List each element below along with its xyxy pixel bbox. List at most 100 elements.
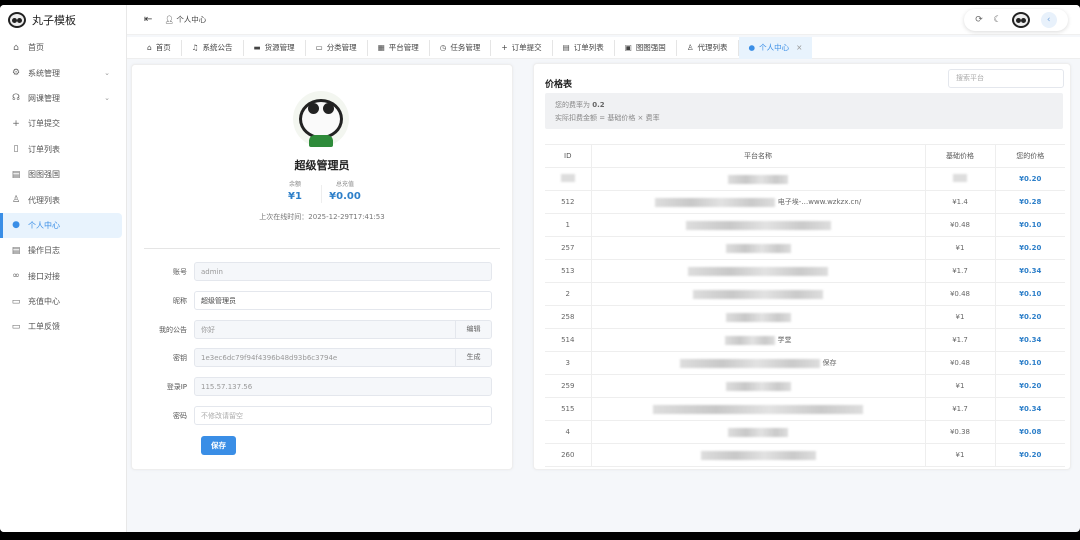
tab-1[interactable]: ♫ 系统公告: [182, 39, 244, 56]
header: ⇤ 👤︎ 个人中心 ⟳ ☾ ‹: [127, 5, 1080, 35]
price-table-title: 价格表: [545, 80, 573, 90]
sidebar-item-label: 订单列表: [28, 144, 60, 154]
table-header: ID 平台名称 基础价格 您的价格: [545, 144, 1065, 168]
dark-mode-moon-icon[interactable]: ☾: [993, 15, 1001, 25]
tab-9[interactable]: ♙ 代理列表: [677, 39, 739, 56]
tab-8[interactable]: ▣ 图图强国: [615, 39, 677, 56]
sidebar-item-4[interactable]: ▯ 订单列表: [0, 137, 126, 162]
generate-key-button[interactable]: 生成: [455, 349, 491, 366]
sidebar-item-label: 代理列表: [28, 195, 60, 205]
last-login-time: 上次在线时间：2025-12-29T17:41:53: [259, 213, 385, 221]
blurred-name: [725, 381, 791, 391]
sidebar-item-10[interactable]: ▭ 充值中心: [0, 289, 126, 314]
breadcrumb: 👤︎ 个人中心: [164, 14, 206, 25]
tab-label: 个人中心: [759, 43, 790, 52]
collapse-chevron-left-icon[interactable]: ‹: [1040, 12, 1057, 28]
nickname-label: 昵称: [173, 296, 187, 305]
table-row: 258 ¥1 ¥0.20: [545, 305, 1065, 329]
tab-label: 系统公告: [202, 43, 233, 52]
blurred-name: [654, 197, 775, 207]
notice-row: 我的公告 你好 编辑: [132, 320, 492, 339]
plus-icon: +: [12, 118, 20, 129]
password-field[interactable]: 不修改请留空: [194, 406, 492, 425]
tab-label: 订单提交: [511, 43, 542, 52]
notice-field: 你好 编辑: [194, 320, 492, 339]
tab-icon: ♙: [686, 43, 694, 52]
blurred-name: [679, 358, 820, 368]
tab-icon: ▤: [562, 43, 570, 52]
tab-4[interactable]: ▦ 平台管理: [368, 39, 430, 56]
account-field: admin: [194, 262, 492, 281]
collapse-menu-icon[interactable]: ⇤: [144, 14, 152, 25]
rate-text: 您的费率为: [555, 101, 590, 109]
row-id: 514: [561, 336, 575, 344]
row-base-price: ¥1: [955, 382, 965, 390]
row-base-price: ¥0.48: [949, 290, 971, 298]
sidebar-item-8[interactable]: ▤ 操作日志: [0, 238, 126, 263]
password-row: 密码 不修改请留空: [132, 406, 492, 425]
tab-icon: ▦: [377, 43, 385, 52]
platform-search-input[interactable]: 搜索平台: [948, 69, 1064, 88]
sidebar-item-9[interactable]: ∞ 接口对接: [0, 264, 126, 289]
save-button[interactable]: 保存: [201, 436, 236, 455]
nickname-field[interactable]: 超级管理员: [194, 291, 492, 310]
sidebar-item-label: 工单反馈: [28, 322, 60, 332]
sidebar-item-label: 个人中心: [28, 220, 60, 230]
tab-icon: ◷: [439, 43, 447, 52]
tab-label: 图图强国: [635, 43, 666, 52]
edit-notice-button[interactable]: 编辑: [455, 321, 491, 338]
key-field: 1e3ec6dc79f94f4396b48d93b6c3794e 生成: [194, 348, 492, 367]
blurred-name: [685, 220, 831, 230]
table-row: 512 电子埃-…www.wzkzx.cn/ ¥1.4 ¥0.28: [545, 190, 1065, 214]
document-icon: ▯: [13, 144, 19, 155]
log-icon: ▤: [11, 245, 21, 256]
panda-logo-icon: [8, 12, 26, 28]
tab-5[interactable]: ◷ 任务管理: [430, 39, 492, 56]
row-id: 2: [565, 290, 570, 298]
tab-icon: ▭: [315, 43, 323, 52]
logo[interactable]: 丸子模板: [0, 5, 126, 35]
table-row: 4 ¥0.38 ¥0.08: [545, 420, 1065, 444]
app-title: 丸子模板: [32, 14, 76, 27]
column-platform-name: 平台名称: [591, 144, 926, 168]
sidebar-nav: ⌂ 首页 ⚙ 系统管理 ⌄ ☊ 网课管理 ⌄ + 订单提交 ▯ 订单列表 ▤ 图图强国 ♙ 代理列表 ● 个人中心…: [0, 35, 126, 340]
sidebar-item-5[interactable]: ▤ 图图强国: [0, 162, 126, 187]
row-base-price: ¥0.48: [949, 359, 971, 367]
sidebar-item-11[interactable]: ▭ 工单反馈: [0, 314, 126, 339]
blurred-name: [700, 450, 816, 460]
tab-icon: +: [501, 43, 508, 52]
tab-7[interactable]: ▤ 订单列表: [553, 39, 615, 56]
key-label: 密钥: [173, 353, 187, 362]
sidebar-item-6[interactable]: ♙ 代理列表: [0, 187, 126, 212]
home-icon: ⌂: [13, 42, 19, 53]
tab-icon: ●: [748, 43, 756, 52]
sidebar-item-2[interactable]: ☊ 网课管理 ⌄: [0, 86, 126, 111]
recharged-value: ¥0.00: [329, 191, 361, 202]
sidebar-item-7[interactable]: ● 个人中心: [0, 212, 122, 239]
close-tab-icon[interactable]: ×: [796, 43, 802, 52]
balance-label: 余额: [288, 181, 301, 188]
user-avatar[interactable]: [1012, 12, 1031, 28]
tab-3[interactable]: ▭ 分类管理: [306, 39, 368, 56]
row-your-price: ¥0.20: [995, 167, 1065, 191]
row-your-price: ¥0.34: [995, 328, 1065, 352]
tab-6[interactable]: + 订单提交: [491, 39, 553, 56]
sidebar-item-3[interactable]: + 订单提交: [0, 111, 126, 136]
row-base-price: ¥1: [955, 244, 965, 252]
sidebar-item-label: 图图强国: [28, 170, 60, 180]
blurred-name: [728, 427, 788, 437]
sidebar-item-1[interactable]: ⚙ 系统管理 ⌄: [0, 60, 126, 85]
tab-0[interactable]: ⌂ 首页: [137, 39, 182, 56]
blurred-name: [728, 174, 788, 184]
nickname-row: 昵称 超级管理员: [132, 291, 492, 310]
sidebar-item-0[interactable]: ⌂ 首页: [0, 35, 126, 60]
chevron-down-icon: ⌄: [104, 94, 110, 103]
ip-label: 登录IP: [166, 382, 187, 391]
row-id: 513: [561, 267, 575, 275]
row-name-fragment: 保存: [822, 359, 837, 367]
tab-10[interactable]: ● 个人中心 ×: [738, 36, 813, 59]
ip-field: 115.57.137.56: [194, 377, 492, 396]
refresh-icon[interactable]: ⟳: [975, 15, 983, 25]
tab-2[interactable]: ▬ 货源管理: [244, 39, 306, 56]
table-row: 514 学堂 ¥1.7 ¥0.34: [545, 328, 1065, 352]
